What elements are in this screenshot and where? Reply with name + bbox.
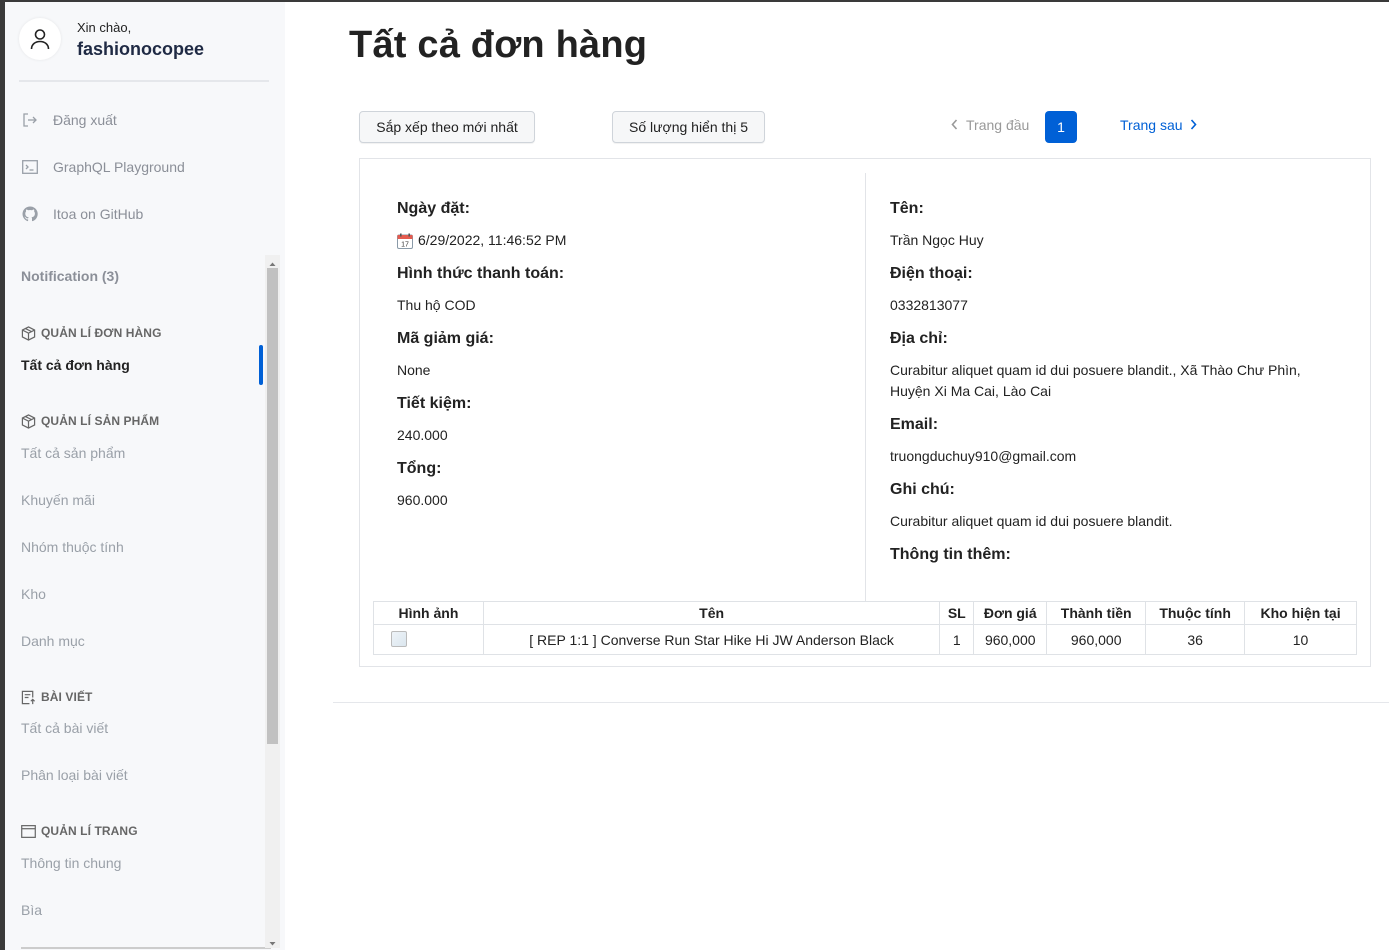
order-items-table: Hình ảnh Tên SL Đơn giá Thành tiền Thuộc…	[373, 601, 1357, 655]
phone-value: 0332813077	[890, 297, 968, 313]
email-value: truongduchuy910@gmail.com	[890, 448, 1077, 464]
column-header-unit-price: Đơn giá	[973, 601, 1048, 625]
terminal-icon	[21, 158, 39, 176]
box-icon	[21, 413, 37, 429]
logout-link[interactable]: Đăng xuất	[21, 109, 117, 131]
address-label: Địa chỉ:	[890, 330, 948, 347]
active-indicator	[259, 345, 263, 385]
section-products-header: QUẢN LÍ SẢN PHẨM	[21, 413, 159, 429]
payment-method-label: Hình thức thanh toán:	[397, 265, 565, 282]
attribute-cell: 36	[1145, 624, 1246, 655]
note-label: Ghi chú:	[890, 481, 955, 498]
section-products-title: QUẢN LÍ SẢN PHẨM	[41, 414, 160, 428]
svg-text:17: 17	[401, 241, 409, 248]
github-link[interactable]: Itoa on GitHub	[21, 203, 143, 225]
next-page-link[interactable]: Trang sau	[1120, 117, 1197, 133]
graphql-playground-link[interactable]: GraphQL Playground	[21, 156, 185, 178]
amount-cell: 960,000	[1046, 624, 1147, 655]
box-icon	[21, 325, 37, 341]
nav-item-all-orders[interactable]: Tất cả đơn hàng	[21, 357, 130, 373]
note-value: Curabitur aliquet quam id dui posuere bl…	[890, 513, 1173, 529]
column-header-attribute: Thuộc tính	[1145, 601, 1246, 625]
product-image-cell	[373, 624, 484, 655]
section-orders-title: QUẢN LÍ ĐƠN HÀNG	[41, 326, 162, 340]
github-icon	[21, 205, 39, 223]
column-header-image: Hình ảnh	[373, 601, 484, 625]
current-page-button[interactable]: 1	[1045, 111, 1077, 143]
notification-link[interactable]: Notification (3)	[21, 268, 119, 284]
total-label: Tổng:	[397, 460, 442, 477]
nav-item-promotions[interactable]: Khuyến mãi	[21, 492, 95, 508]
greeting-text: Xin chào,	[77, 20, 132, 35]
section-orders-header: QUẢN LÍ ĐƠN HÀNG	[21, 325, 162, 341]
sidebar: Xin chào, fashionocopee Đăng xuất GraphQ…	[5, 2, 285, 950]
order-date-text: 6/29/2022, 11:46:52 PM	[418, 232, 567, 248]
sort-button[interactable]: Sắp xếp theo mới nhất	[359, 111, 535, 143]
nav-item-general-info[interactable]: Thông tin chung	[21, 855, 121, 871]
coupon-value: None	[397, 362, 431, 378]
section-pages-title: QUẢN LÍ TRANG	[41, 824, 138, 838]
column-header-name: Tên	[482, 601, 941, 625]
column-header-amount: Thành tiền	[1046, 601, 1147, 625]
phone-label: Điện thoại:	[890, 265, 973, 282]
content-divider	[333, 702, 1389, 703]
payment-method-value: Thu hộ COD	[397, 297, 476, 313]
table-row: [ REP 1:1 ] Converse Run Star Hike Hi JW…	[373, 624, 1357, 655]
next-page-label: Trang sau	[1120, 117, 1183, 133]
section-pages-header: QUẢN LÍ TRANG	[21, 823, 138, 839]
avatar[interactable]	[19, 18, 61, 60]
page-size-button[interactable]: Số lượng hiển thị 5	[612, 111, 765, 143]
page-title: Tất cả đơn hàng	[349, 24, 648, 66]
nav-item-all-posts[interactable]: Tất cả bài viết	[21, 720, 108, 736]
logout-icon	[21, 111, 39, 129]
product-name-cell: [ REP 1:1 ] Converse Run Star Hike Hi JW…	[482, 624, 941, 655]
address-line-1: Curabitur aliquet quam id dui posuere bl…	[890, 362, 1301, 378]
scroll-up-arrow-icon[interactable]	[267, 256, 278, 266]
first-page-link[interactable]: Trang đầu	[951, 117, 1029, 133]
table-header-row: Hình ảnh Tên SL Đơn giá Thành tiền Thuộc…	[373, 601, 1357, 625]
post-icon	[21, 689, 37, 705]
nav-item-attribute-groups[interactable]: Nhóm thuộc tính	[21, 539, 124, 555]
extra-info-label: Thông tin thêm:	[890, 546, 1011, 563]
order-column-divider	[865, 173, 866, 601]
coupon-label: Mã giảm giá:	[397, 330, 494, 347]
logout-label: Đăng xuất	[53, 112, 117, 128]
scroll-down-arrow-icon[interactable]	[267, 936, 278, 946]
nav-item-all-products[interactable]: Tất cả sản phẩm	[21, 445, 125, 461]
broken-image-icon	[391, 631, 408, 648]
stock-cell: 10	[1244, 624, 1357, 655]
chevron-right-icon	[1190, 117, 1197, 133]
customer-name-value: Trần Ngọc Huy	[890, 232, 984, 248]
quantity-cell: 1	[939, 624, 975, 655]
page-icon	[21, 823, 37, 839]
total-value: 960.000	[397, 492, 448, 508]
sidebar-scrollbar-thumb[interactable]	[267, 268, 278, 744]
unit-price-cell: 960,000	[973, 624, 1048, 655]
order-date-value: 17 6/29/2022, 11:46:52 PM	[397, 230, 566, 251]
section-posts-title: BÀI VIẾT	[41, 690, 93, 704]
user-icon	[30, 29, 50, 50]
nav-item-categories[interactable]: Danh mục	[21, 633, 85, 649]
address-line-2: Huyện Xi Ma Cai, Lào Cai	[890, 383, 1052, 399]
column-header-stock: Kho hiện tại	[1244, 601, 1357, 625]
github-label: Itoa on GitHub	[53, 206, 144, 222]
first-page-label: Trang đầu	[966, 117, 1030, 133]
nav-item-warehouse[interactable]: Kho	[21, 586, 46, 602]
column-header-quantity: SL	[939, 601, 975, 625]
section-posts-header: BÀI VIẾT	[21, 689, 92, 705]
graphql-label: GraphQL Playground	[53, 159, 185, 175]
email-label: Email:	[890, 416, 939, 433]
user-block: Xin chào, fashionocopee	[19, 18, 269, 82]
chevron-left-icon	[951, 117, 958, 133]
saving-label: Tiết kiệm:	[397, 395, 472, 412]
nav-item-post-categories[interactable]: Phân loại bài viết	[21, 767, 128, 783]
saving-value: 240.000	[397, 427, 448, 443]
nav-item-cover[interactable]: Bìa	[21, 902, 42, 918]
order-date-label: Ngày đặt:	[397, 200, 470, 217]
sidebar-divider	[21, 947, 271, 949]
username: fashionocopee	[77, 39, 205, 59]
customer-name-label: Tên:	[890, 200, 924, 217]
calendar-icon: 17	[397, 233, 413, 249]
